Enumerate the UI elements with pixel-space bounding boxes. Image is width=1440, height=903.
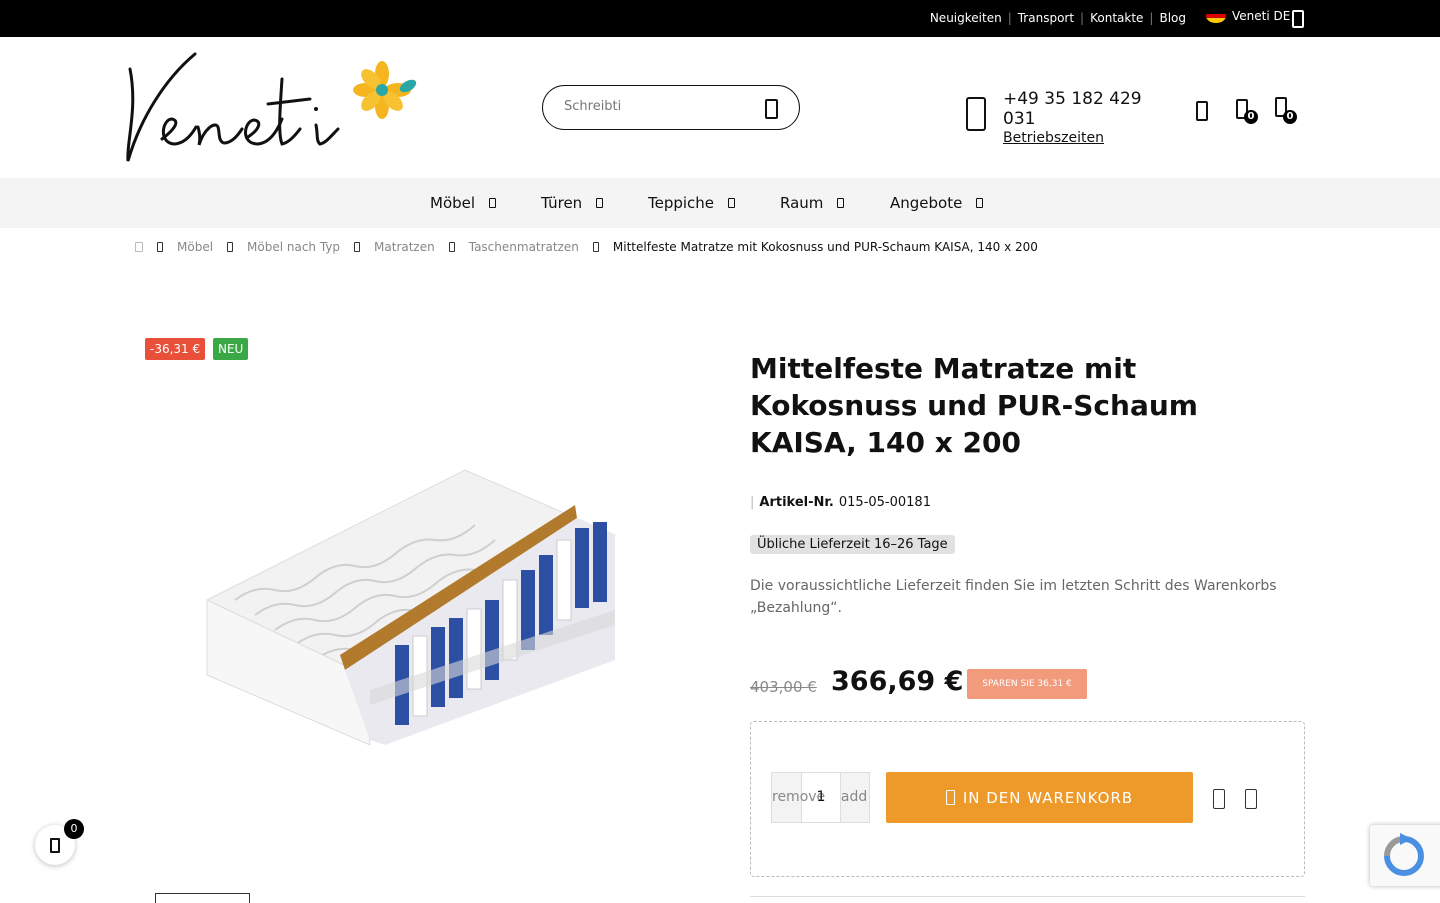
- sku-value: 015-05-00181: [838, 495, 931, 510]
- separator: |: [750, 495, 755, 510]
- breadcrumb: Möbel Möbel nach Typ Matratzen Taschenma…: [135, 240, 1038, 254]
- nav-item-angebote[interactable]: Angebote: [890, 194, 984, 212]
- wishlist-icon[interactable]: [1196, 101, 1208, 121]
- product-thumbnail[interactable]: [155, 893, 250, 903]
- search-icon[interactable]: [765, 99, 778, 119]
- phone-number[interactable]: +49 35 182 429 031: [1003, 89, 1153, 129]
- cart-icon: [945, 790, 955, 805]
- breadcrumb-item[interactable]: Matratzen: [374, 240, 435, 254]
- nav-item-label: Teppiche: [648, 194, 715, 212]
- product-image[interactable]: [195, 460, 625, 754]
- current-price: 366,69 €: [831, 666, 964, 697]
- nav-item-raum[interactable]: Raum: [780, 194, 845, 212]
- sku-label: Artikel-Nr.: [759, 495, 834, 510]
- quantity-decrease-button[interactable]: remove: [772, 773, 825, 822]
- quantity-increase-button[interactable]: add: [839, 773, 869, 822]
- nav-item-label: Möbel: [430, 194, 476, 212]
- site-header: +49 35 182 429 031 Betriebszeiten 0 0: [0, 37, 1440, 178]
- chevron-down-icon: [596, 198, 604, 208]
- chevron-right-icon: [354, 242, 361, 252]
- nav-item-teppiche[interactable]: Teppiche: [648, 194, 736, 212]
- nav-item-moebel[interactable]: Möbel: [430, 194, 497, 212]
- old-price: 403,00 €: [750, 678, 817, 696]
- add-to-cart-label: IN DEN WARENKORB: [962, 788, 1134, 807]
- language-selector[interactable]: Veneti DE: [1206, 9, 1290, 23]
- chevron-down-icon: [489, 198, 497, 208]
- product-title: Mittelfeste Matratze mit Kokosnuss und P…: [750, 352, 1198, 459]
- breadcrumb-item[interactable]: Möbel: [177, 240, 213, 254]
- compare-count-badge: 0: [1244, 110, 1258, 124]
- chevron-right-icon: [227, 242, 234, 252]
- divider: [750, 896, 1305, 897]
- separator: |: [1080, 11, 1085, 25]
- quantity-stepper: remove 1 add: [771, 772, 870, 823]
- top-link-contacts[interactable]: Kontakte: [1090, 11, 1143, 25]
- delivery-time-badge: Übliche Lieferzeit 16–26 Tage: [750, 535, 955, 554]
- nav-item-label: Türen: [541, 194, 583, 212]
- nav-item-label: Angebote: [890, 194, 963, 212]
- search-input[interactable]: [564, 99, 754, 114]
- breadcrumb-current: Mittelfeste Matratze mit Kokosnuss und P…: [612, 240, 1038, 254]
- sale-flag: -36,31 €: [145, 338, 206, 360]
- opening-hours-link[interactable]: Betriebszeiten: [1003, 130, 1104, 146]
- phone-icon: [966, 97, 986, 131]
- wishlist-icon[interactable]: [1213, 789, 1225, 809]
- compare-icon[interactable]: [1245, 789, 1257, 809]
- cart-icon: [50, 838, 60, 853]
- flower-icon: [353, 61, 417, 119]
- chevron-down-icon: [728, 198, 736, 208]
- search-box: [542, 85, 800, 130]
- top-link-blog[interactable]: Blog: [1159, 11, 1186, 25]
- logo-wordmark: [126, 52, 340, 162]
- recaptcha-icon: [1384, 833, 1424, 876]
- separator: |: [1149, 11, 1154, 25]
- delivery-note: Die voraussichtliche Lieferzeit finden S…: [750, 578, 1277, 616]
- site-logo[interactable]: [120, 49, 420, 173]
- add-to-cart-button[interactable]: IN DEN WARENKORB: [886, 772, 1193, 823]
- veneti-logo-icon: [126, 52, 417, 162]
- top-links: Neuigkeiten | Transport | Kontakte | Blo…: [930, 11, 1186, 25]
- product-sku: | Artikel-Nr. 015-05-00181: [750, 495, 931, 510]
- account-icon[interactable]: [1292, 10, 1304, 28]
- nav-item-tueren[interactable]: Türen: [541, 194, 604, 212]
- language-label: Veneti DE: [1232, 9, 1291, 23]
- separator: |: [1007, 11, 1012, 25]
- top-link-transport[interactable]: Transport: [1018, 11, 1074, 25]
- main-nav: Möbel Türen Teppiche Raum Angebote: [0, 178, 1440, 228]
- nav-item-label: Raum: [780, 194, 824, 212]
- breadcrumb-item[interactable]: Taschenmatratzen: [469, 240, 579, 254]
- floating-cart-button[interactable]: 0: [35, 819, 84, 865]
- mattress-image: [205, 469, 617, 746]
- chevron-right-icon: [157, 242, 163, 252]
- home-icon[interactable]: [135, 242, 143, 252]
- top-link-news[interactable]: Neuigkeiten: [930, 11, 1002, 25]
- quantity-input[interactable]: 1: [802, 773, 840, 822]
- chevron-right-icon: [592, 242, 599, 252]
- floating-cart-count: 0: [64, 819, 84, 839]
- add-to-cart-box: remove 1 add IN DEN WARENKORB: [750, 721, 1305, 877]
- top-bar: Neuigkeiten | Transport | Kontakte | Blo…: [0, 0, 1440, 37]
- chevron-down-icon: [976, 198, 984, 208]
- new-flag: NEU: [213, 338, 249, 360]
- chevron-down-icon: [837, 198, 845, 208]
- german-flag-icon: [1206, 9, 1226, 23]
- chevron-right-icon: [448, 242, 455, 252]
- cart-count-badge: 0: [1283, 110, 1297, 124]
- savings-badge: SPAREN SIE 36,31 €: [967, 669, 1087, 699]
- recaptcha-badge[interactable]: [1370, 825, 1440, 886]
- breadcrumb-item[interactable]: Möbel nach Typ: [247, 240, 340, 254]
